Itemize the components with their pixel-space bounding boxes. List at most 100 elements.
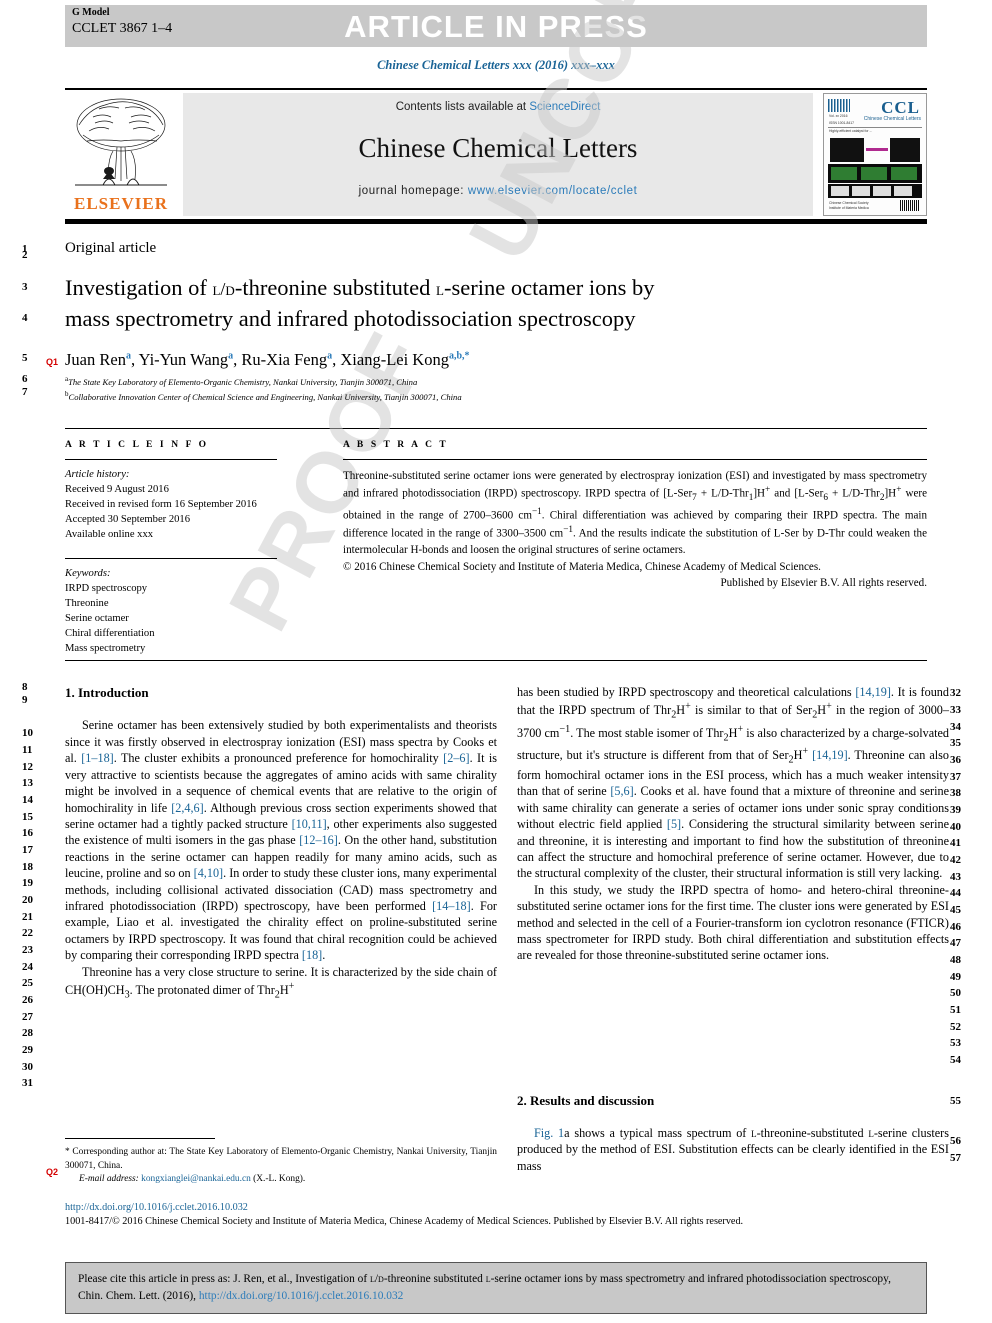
line-number: 31 <box>22 1077 33 1089</box>
masthead-center: Contents lists available at ScienceDirec… <box>183 93 813 216</box>
abstract-label: A B S T R A C T <box>343 440 449 450</box>
cover-ccl-title: CCL <box>881 98 920 117</box>
masthead-bottom-rule <box>65 219 927 224</box>
journal-masthead: ELSEVIER Contents lists available at Sci… <box>65 88 927 218</box>
cite-this-article-box: Please cite this article in press as: J.… <box>65 1262 927 1314</box>
contents-prefix: Contents lists available at <box>395 101 530 113</box>
query-tag-q2[interactable]: Q2 <box>46 1167 58 1177</box>
cover-issn-text: ISSN 1001-8417 <box>829 121 855 125</box>
keywords-rule <box>65 558 277 560</box>
journal-reference-line: Chinese Chemical Letters xxx (2016) xxx–… <box>377 58 615 72</box>
paper-page: UNCORRECTED PROOF ARTICLE IN PRESS G Mod… <box>0 0 992 1323</box>
section-results-and-discussion: 2. Results and discussion Fig. 1a shows … <box>517 1093 949 1174</box>
line-number: 57 <box>950 1152 961 1164</box>
abstract-bottom-rule <box>65 660 927 661</box>
section-heading-results: 2. Results and discussion <box>517 1093 655 1108</box>
line-number: 46 <box>950 921 961 933</box>
line-number: 13 <box>22 777 33 789</box>
body-paragraph: Threonine has a very close structure to … <box>65 964 497 1001</box>
line-number: 18 <box>22 861 33 873</box>
line-number: 52 <box>950 1021 961 1033</box>
line-number: 40 <box>950 821 961 833</box>
keywords-block: Keywords: IRPD spectroscopy Threonine Se… <box>65 566 277 656</box>
line-number: 7 <box>22 386 28 398</box>
article-history-label: Article history: <box>65 469 130 480</box>
affiliation-list: aThe State Key Laboratory of Elemento-Or… <box>65 374 845 404</box>
cover-image-strip-2 <box>828 184 922 198</box>
keywords-label: Keywords: <box>65 568 111 580</box>
homepage-label: journal homepage: <box>358 185 468 197</box>
line-number: 36 <box>950 754 961 766</box>
keyword-item: Threonine <box>65 598 109 610</box>
line-number: 5 <box>22 352 28 364</box>
doi-block: http://dx.doi.org/10.1016/j.cclet.2016.1… <box>65 1201 945 1230</box>
abstract-text: Threonine-substituted serine octamer ion… <box>343 470 928 556</box>
line-number: 37 <box>950 771 961 783</box>
g-model-block: G Model CCLET 3867 1–4 <box>72 7 172 37</box>
history-item: Received in revised form 16 September 20… <box>65 499 257 511</box>
cover-highlight-text: Highly-efficient catalyst for ... <box>829 129 873 133</box>
cite-this-article-text: Please cite this article in press as: J.… <box>78 1273 891 1302</box>
line-number: 29 <box>22 1044 33 1056</box>
info-section-top-rule <box>65 428 927 429</box>
cover-image-2 <box>890 138 920 162</box>
article-in-press-label: ARTICLE IN PRESS <box>344 9 648 44</box>
doi-link[interactable]: http://dx.doi.org/10.1016/j.cclet.2016.1… <box>65 1201 945 1215</box>
email-link[interactable]: kongxianglei@nankai.edu.cn <box>141 1174 251 1184</box>
article-in-press-bar: ARTICLE IN PRESS <box>65 5 927 47</box>
line-number: 39 <box>950 804 961 816</box>
article-info-label: A R T I C L E I N F O <box>65 440 209 450</box>
title-sc-2: l <box>436 279 444 299</box>
abstract-rule <box>343 459 927 460</box>
line-number: 6 <box>22 373 28 385</box>
line-number: 2 <box>22 249 28 261</box>
author-name: Juan Ren <box>65 350 126 369</box>
cover-footer-1: Chinese Chemical Society <box>829 201 869 205</box>
footnote-block: * Corresponding author at: The State Key… <box>65 1146 497 1187</box>
footnote-rule <box>65 1138 215 1139</box>
article-info-rule <box>65 459 277 460</box>
line-number: 26 <box>22 994 33 1006</box>
line-number: 34 <box>950 721 961 733</box>
contents-available-line: Contents lists available at ScienceDirec… <box>183 101 813 113</box>
query-tag-q1[interactable]: Q1 <box>46 357 58 367</box>
body-paragraph: has been studied by IRPD spectroscopy an… <box>517 685 950 881</box>
line-number: 54 <box>950 1054 961 1066</box>
line-number: 16 <box>22 827 33 839</box>
line-number: 17 <box>22 844 33 856</box>
line-number: 42 <box>950 854 961 866</box>
author-name: Xiang-Lei Kong <box>340 350 449 369</box>
author-affil-mark: a <box>125 350 131 362</box>
elsevier-wordmark: ELSEVIER <box>74 194 168 213</box>
line-number: 55 <box>950 1095 961 1107</box>
line-number: 15 <box>22 811 33 823</box>
author-affil-mark: a <box>327 350 333 362</box>
keyword-item: Serine octamer <box>65 613 129 625</box>
body-column-right: has been studied by IRPD spectroscopy an… <box>517 684 949 964</box>
line-number: 9 <box>22 694 28 706</box>
corresponding-author-note: * Corresponding author at: The State Key… <box>65 1147 497 1171</box>
line-number: 50 <box>950 987 961 999</box>
cover-image-1 <box>830 138 864 162</box>
section-heading-introduction: 1. Introduction <box>65 685 149 700</box>
sciencedirect-link[interactable]: ScienceDirect <box>529 101 600 113</box>
copyright-line-2: Published by Elsevier B.V. All rights re… <box>720 577 927 590</box>
line-number: 45 <box>950 904 961 916</box>
body-paragraph: Serine octamer has been extensively stud… <box>65 718 498 963</box>
elsevier-logo: ELSEVIER <box>65 93 177 216</box>
cite-doi-link[interactable]: http://dx.doi.org/10.1016/j.cclet.2016.1… <box>199 1290 404 1302</box>
issn-copyright-line: 1001-8417/© 2016 Chinese Chemical Societ… <box>65 1216 744 1228</box>
history-item: Available online xxx <box>65 529 154 541</box>
homepage-url[interactable]: www.elsevier.com/locate/cclet <box>468 185 638 197</box>
line-number: 44 <box>950 887 961 899</box>
line-number: 24 <box>22 961 33 973</box>
journal-cover-thumbnail: CCL Chinese Chemical Letters Vol. xx 201… <box>823 93 927 216</box>
line-number: 3 <box>22 281 28 293</box>
line-number: 27 <box>22 1011 33 1023</box>
keyword-item: Mass spectrometry <box>65 643 146 655</box>
line-number: 23 <box>22 944 33 956</box>
line-number: 35 <box>950 737 961 749</box>
line-number: 10 <box>22 727 33 739</box>
article-type-label: Original article <box>65 240 157 256</box>
line-number: 4 <box>22 312 28 324</box>
